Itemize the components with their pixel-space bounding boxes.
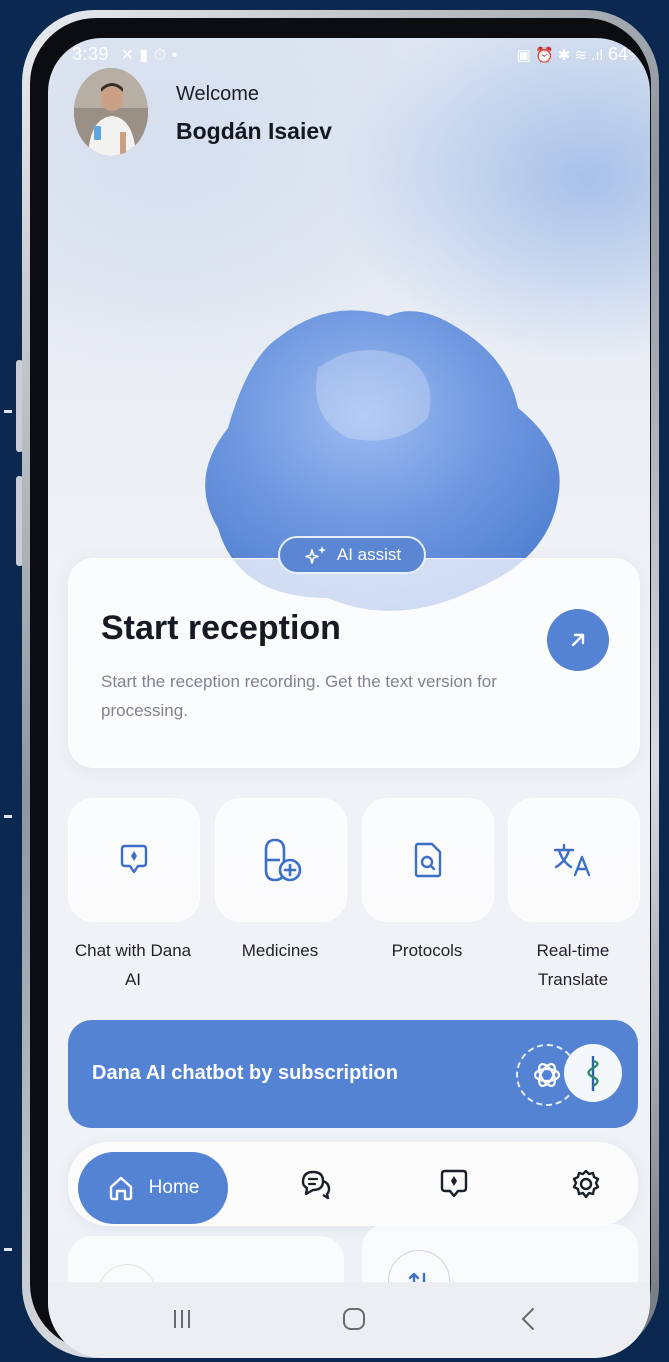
- nav-ai-button[interactable]: [436, 1166, 472, 1202]
- medical-logo-icon: [564, 1044, 622, 1102]
- quick-action-label: Chat with Dana AI: [74, 941, 192, 989]
- status-bar: 3:39 ✕ ▮ ⏱ • ▣ ⏰ ✱ ≋ .ıl 64%: [48, 38, 650, 72]
- status-system-icons: ▣ ⏰ ✱ ≋ .ıl: [516, 47, 603, 64]
- nav-chat-button[interactable]: [298, 1166, 334, 1202]
- nav-settings-button[interactable]: [568, 1166, 604, 1202]
- quick-action-label: Protocols: [391, 941, 463, 960]
- backdrop-tick: [4, 1248, 12, 1251]
- sparkles-icon: [305, 546, 326, 564]
- quick-action-translate[interactable]: Real-time Translate: [508, 798, 640, 994]
- start-reception-button[interactable]: [547, 609, 609, 671]
- quick-action-label: Real-time Translate: [536, 941, 610, 989]
- battery-level: 64%: [607, 44, 644, 64]
- quick-action-tile[interactable]: [68, 798, 200, 922]
- shield-chat-icon: [120, 844, 148, 874]
- status-right: ▣ ⏰ ✱ ≋ .ıl 64%: [517, 44, 650, 65]
- openai-knot-icon: [533, 1063, 561, 1087]
- status-time: 3:39: [72, 44, 110, 64]
- avatar-photo: [74, 68, 148, 156]
- backdrop-tick: [4, 410, 12, 413]
- arrow-up-right-icon: [571, 633, 585, 647]
- user-name: Bogdán Isaiev: [176, 118, 332, 144]
- system-navigation-bar: [48, 1282, 650, 1358]
- nav-home-button[interactable]: Home: [78, 1152, 228, 1224]
- subscription-banner-text: Dana AI chatbot by subscription: [92, 1062, 398, 1084]
- quick-action-tile[interactable]: [215, 798, 347, 922]
- quick-action-tile[interactable]: [508, 798, 640, 922]
- shield-chat-icon: [440, 1169, 468, 1198]
- start-reception-card[interactable]: Start reception Start the reception reco…: [68, 558, 640, 768]
- card-description: Start the reception recording. Get the t…: [101, 672, 497, 720]
- quick-action-tile[interactable]: [362, 798, 494, 922]
- ai-assist-badge: AI assist: [278, 536, 426, 574]
- app-screen: 3:39 ✕ ▮ ⏱ • ▣ ⏰ ✱ ≋ .ıl 64% Welcome Bog…: [48, 38, 650, 1358]
- backdrop-tick: [4, 815, 12, 818]
- chat-bubbles-icon: [301, 1170, 331, 1200]
- quick-action-label: Medicines: [241, 941, 319, 960]
- gear-icon: [572, 1169, 600, 1199]
- translate-icon: [553, 843, 591, 877]
- bottom-navigation: Home: [68, 1142, 638, 1226]
- chevron-left-icon: [521, 1308, 534, 1330]
- card-title: Start reception: [101, 609, 341, 647]
- document-search-icon: [414, 842, 442, 878]
- system-home-icon[interactable]: [334, 1304, 374, 1334]
- rod-of-asclepius-icon: [587, 1056, 599, 1091]
- rounded-square-icon: [343, 1308, 365, 1330]
- status-left: 3:39 ✕ ▮ ⏱ •: [72, 44, 178, 65]
- quick-action-medicines[interactable]: Medicines: [215, 798, 347, 965]
- quick-action-protocols[interactable]: Protocols: [362, 798, 494, 965]
- status-notification-icons: ✕ ▮ ⏱ •: [120, 47, 178, 64]
- subscription-banner[interactable]: Dana AI chatbot by subscription: [68, 1020, 638, 1128]
- welcome-text: Welcome: [176, 83, 259, 105]
- pill-add-icon: [264, 838, 302, 882]
- nav-home-label: Home: [148, 1177, 200, 1198]
- recents-bars-icon: [174, 1310, 190, 1328]
- recent-apps-icon[interactable]: [162, 1304, 202, 1334]
- system-back-icon[interactable]: [508, 1304, 548, 1334]
- home-icon: [109, 1176, 132, 1201]
- avatar[interactable]: [74, 68, 148, 156]
- quick-action-chat[interactable]: Chat with Dana AI: [68, 798, 200, 994]
- ai-assist-label: AI assist: [336, 545, 402, 564]
- battery-icon: [646, 46, 650, 62]
